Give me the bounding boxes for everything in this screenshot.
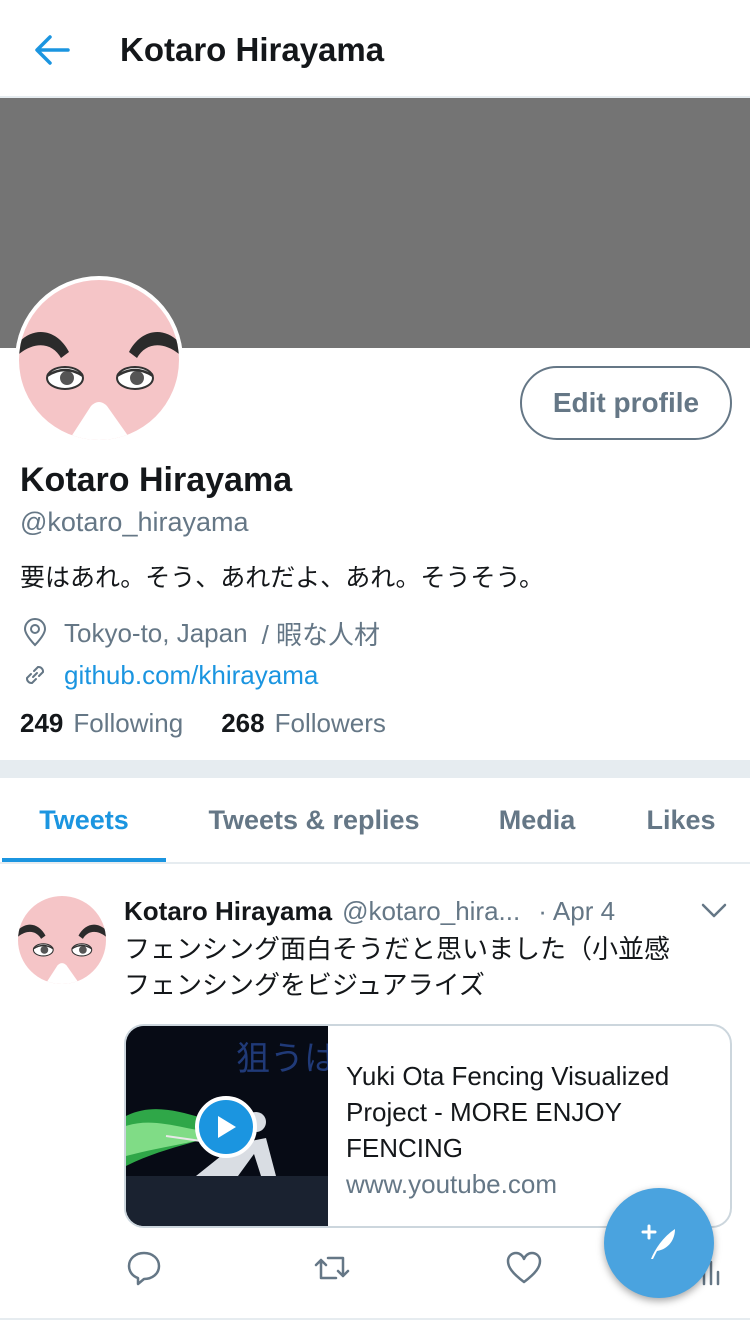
active-tab-indicator	[2, 858, 166, 862]
following-count: 249	[20, 707, 64, 738]
tab-media[interactable]: Media	[476, 778, 598, 862]
profile-stats: 249 Following 268 Followers	[20, 704, 386, 742]
tweet-header: Kotaro Hirayama @kotaro_hira... · Apr 4	[124, 892, 615, 930]
edit-profile-button[interactable]: Edit profile	[520, 366, 732, 440]
profile-bio: 要はあれ。そう、あれだよ、あれ。そうそう。	[20, 563, 545, 592]
profile-avatar[interactable]	[15, 276, 183, 444]
tweet-text-line: フェンシング面白そうだと思いました（小並感	[124, 935, 671, 965]
following-label: Following	[73, 707, 184, 738]
tweet-date[interactable]: Apr 4	[553, 896, 615, 927]
tab-tweets-replies[interactable]: Tweets & replies	[186, 778, 442, 862]
card-thumbnail[interactable]: 狙うは	[126, 1026, 328, 1226]
avatar-image	[19, 280, 179, 440]
compose-icon	[641, 1224, 675, 1259]
profile-handle: @kotaro_hirayama	[20, 507, 249, 537]
profile-location-row: Tokyo-to, Japan / 暇な人材	[20, 614, 380, 652]
profile-link-row[interactable]: github.com/khirayama	[20, 656, 318, 694]
profile-location-extra: / 暇な人材	[261, 619, 381, 650]
following-stat[interactable]: 249 Following	[20, 708, 183, 739]
tweet-divider	[0, 1318, 750, 1320]
section-divider	[0, 760, 750, 778]
card-domain: www.youtube.com	[346, 1169, 557, 1199]
profile-tabs: Tweets Tweets & replies Media Likes	[0, 778, 750, 864]
tab-likes[interactable]: Likes	[630, 778, 732, 862]
tweet-separator: ·	[538, 895, 547, 926]
back-arrow-icon[interactable]	[30, 28, 74, 72]
card-thumb-text: 狙うは	[236, 1039, 328, 1079]
page-title: Kotaro Hirayama	[120, 31, 385, 68]
tweet-text: フェンシング面白そうだと思いました（小並感 フェンシングをビジュアライズ	[124, 932, 724, 1004]
location-icon	[23, 618, 47, 647]
tweet-author-name[interactable]: Kotaro Hirayama	[124, 896, 332, 927]
link-icon	[26, 666, 44, 684]
tab-tweets[interactable]: Tweets	[2, 778, 166, 862]
reply-icon[interactable]	[124, 1248, 164, 1288]
tweet-author-handle[interactable]: @kotaro_hira...	[342, 896, 520, 927]
play-icon[interactable]	[195, 1096, 257, 1158]
followers-label: Followers	[274, 707, 386, 738]
like-icon[interactable]	[504, 1248, 544, 1288]
retweet-icon[interactable]	[312, 1248, 352, 1288]
chevron-down-icon[interactable]	[700, 898, 728, 922]
compose-tweet-button[interactable]	[604, 1188, 714, 1298]
followers-stat[interactable]: 268 Followers	[221, 708, 386, 739]
tweet-text-line: フェンシングをビジュアライズ	[124, 971, 485, 1001]
profile-name: Kotaro Hirayama	[20, 461, 293, 499]
profile-link[interactable]: github.com/khirayama	[64, 660, 318, 691]
card-title: Yuki Ota Fencing Visualized Project - MO…	[346, 1061, 670, 1163]
profile-location: Tokyo-to, Japan	[64, 617, 248, 648]
tweet-avatar[interactable]	[18, 896, 106, 984]
followers-count: 268	[221, 707, 265, 738]
